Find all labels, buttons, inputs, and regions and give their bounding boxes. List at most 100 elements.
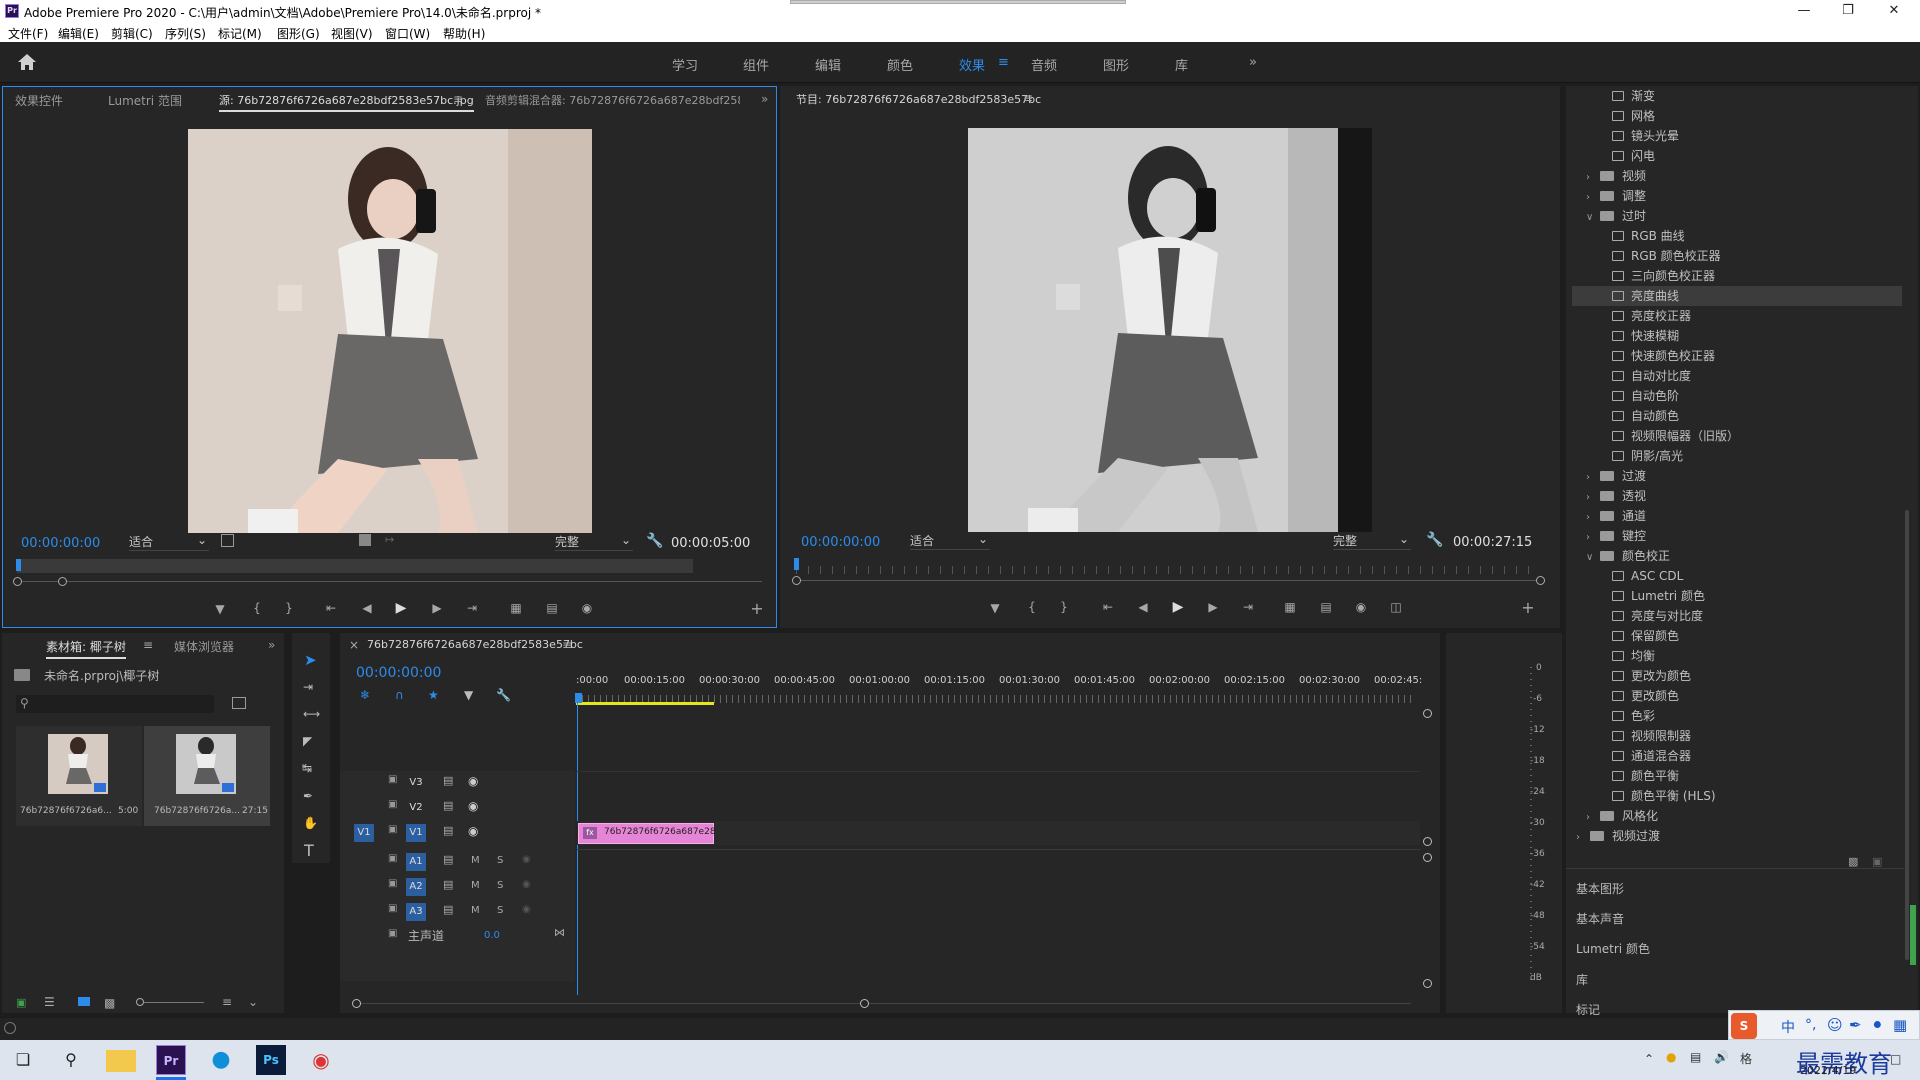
lock-icon[interactable]: ▣ [388,878,397,889]
mute-button[interactable]: M [471,905,480,916]
play-icon[interactable]: ▶ [1170,599,1186,615]
effect-item[interactable]: 颜色平衡 (HLS) [1572,786,1902,806]
tab-audio-clip-mixer[interactable]: 音频剪辑混合器: 76b72876f6726a687e28bdf258 [485,92,740,108]
menu-window[interactable]: 窗口(W) [385,25,430,42]
effect-item[interactable]: 色彩 [1572,706,1902,726]
step-forward-icon[interactable]: ▶ [1205,600,1221,614]
vertical-zoom-handle[interactable] [1423,837,1432,846]
photoshop-icon[interactable]: Ps [256,1045,286,1075]
eye-icon[interactable]: ◉ [468,774,478,788]
microphone-icon[interactable]: ◉ [522,904,531,915]
add-marker-icon[interactable]: ▼ [212,602,228,616]
workspace-color[interactable]: 颜色 [887,55,913,74]
minimize-icon[interactable]: — [1784,1,1824,21]
pen-tool-icon[interactable]: ✒ [303,789,313,803]
panel-libraries[interactable]: 库 [1576,971,1588,988]
effect-item[interactable]: 亮度校正器 [1572,306,1902,326]
program-zoom-bar[interactable] [796,580,1541,581]
go-to-end-icon[interactable]: ⋈ [554,926,565,939]
tab-lumetri-scopes[interactable]: Lumetri 范围 [108,92,182,109]
panel-essential-sound[interactable]: 基本声音 [1576,910,1624,927]
horizontal-zoom-handle[interactable] [860,999,869,1008]
close-icon[interactable]: ✕ [1874,1,1914,21]
menu-edit[interactable]: 编辑(E) [58,25,99,42]
effect-item[interactable]: 网格 [1572,106,1902,126]
microphone-icon[interactable]: ⚫ [1871,1016,1884,1034]
effect-item[interactable]: 快速颜色校正器 [1572,346,1902,366]
effect-item[interactable]: 均衡 [1572,646,1902,666]
lock-icon[interactable]: ▣ [16,996,26,1009]
chevron-down-icon[interactable]: ∨ [1586,208,1600,228]
extract-icon[interactable]: ▤ [1318,600,1334,614]
lock-icon[interactable]: ▣ [388,903,397,914]
track-label-v2[interactable]: V2 [406,799,426,817]
effect-item[interactable]: RGB 颜色校正器 [1572,246,1902,266]
step-forward-icon[interactable]: ▶ [429,601,445,615]
source-zoom-bar[interactable] [17,581,762,582]
wrench-icon[interactable]: 🔧 [1426,532,1443,548]
safe-margins-icon[interactable] [221,534,234,547]
mute-button[interactable]: M [471,880,480,891]
input-language-icon[interactable]: 格 [1740,1050,1752,1067]
freeform-view-icon[interactable]: ▩ [104,996,115,1010]
linked-selection-icon[interactable]: ★ [428,688,439,702]
mark-in-icon[interactable]: { [249,601,265,615]
go-to-in-icon[interactable]: ⇤ [1100,600,1116,614]
volume-icon[interactable]: 🔊 [1714,1050,1729,1064]
horizontal-zoom-handle[interactable] [352,999,361,1008]
comparison-view-icon[interactable]: ◫ [1388,600,1404,614]
microphone-icon[interactable]: ◉ [522,879,531,890]
workspace-graphics[interactable]: 图形 [1103,55,1129,74]
effect-item[interactable]: 三向颜色校正器 [1572,266,1902,286]
track-label-a1[interactable]: A1 [406,853,426,871]
app-icon[interactable]: ◉ [306,1045,336,1075]
effect-item[interactable]: 颜色平衡 [1572,766,1902,786]
timeline-timecode[interactable]: 00:00:00:00 [356,665,441,681]
program-title[interactable]: 节目: 76b72876f6726a687e28bdf2583e57bc [796,91,1041,107]
effect-item[interactable]: 亮度曲线 [1572,286,1902,306]
add-marker-icon[interactable]: ▼ [987,601,1003,615]
panel-essential-graphics[interactable]: 基本图形 [1576,880,1624,897]
solo-button[interactable]: S [497,905,503,916]
panel-lumetri-color[interactable]: Lumetri 颜色 [1576,940,1650,957]
ripple-edit-tool-icon[interactable]: ⟷ [303,707,320,721]
drag-audio-icon[interactable]: ↦ [385,533,394,546]
zoom-handle-right[interactable] [1536,576,1545,585]
camera-icon[interactable]: ◉ [579,601,595,615]
work-area-bar[interactable] [576,702,714,705]
more-tabs-icon[interactable]: » [761,92,768,106]
lock-icon[interactable]: ▣ [388,853,397,864]
sync-lock-icon[interactable]: ▤ [443,853,453,866]
emoji-icon[interactable]: ☺ [1827,1016,1843,1034]
program-fit-dropdown[interactable]: 适合 ⌄ [910,532,990,550]
horizontal-scrollbar[interactable] [361,1003,1411,1004]
source-patch-v1[interactable]: V1 [354,824,374,842]
mark-out-icon[interactable]: } [1056,600,1072,614]
chevron-down-icon[interactable]: ⌄ [248,995,258,1009]
add-button-icon[interactable]: + [1520,598,1536,617]
bin-menu-icon[interactable]: ≡ [143,638,153,652]
file-explorer-icon[interactable] [106,1050,136,1072]
step-back-icon[interactable]: ◀ [1135,600,1151,614]
source-playhead[interactable] [16,559,21,571]
solo-button[interactable]: S [497,855,503,866]
effect-item[interactable]: 阴影/高光 [1572,446,1902,466]
timeline-clip[interactable]: fx 76b72876f6726a687e28 [578,823,716,844]
workspace-menu-icon[interactable]: ≡ [998,55,1009,70]
tab-media-browser[interactable]: 媒体浏览器 [174,638,234,655]
effect-folder[interactable]: › 调整 [1572,186,1902,206]
lock-icon[interactable]: ▣ [388,774,397,785]
play-icon[interactable]: ▶ [393,600,409,616]
mark-out-icon[interactable]: } [281,601,297,615]
effect-folder[interactable]: › 键控 [1572,526,1902,546]
list-view-icon[interactable]: ☰ [44,995,55,1009]
menu-graphics[interactable]: 图形(G) [277,25,320,42]
workspace-audio[interactable]: 音频 [1031,55,1057,74]
grid-icon[interactable]: ▦ [1893,1016,1907,1034]
pen-icon[interactable]: ✒ [1849,1016,1862,1034]
effect-item[interactable]: 自动颜色 [1572,406,1902,426]
notification-icon[interactable]: □ [1890,1052,1901,1066]
wrench-icon[interactable]: 🔧 [496,688,511,702]
chevron-right-icon[interactable]: › [1586,168,1600,188]
close-icon[interactable]: × [349,638,359,652]
